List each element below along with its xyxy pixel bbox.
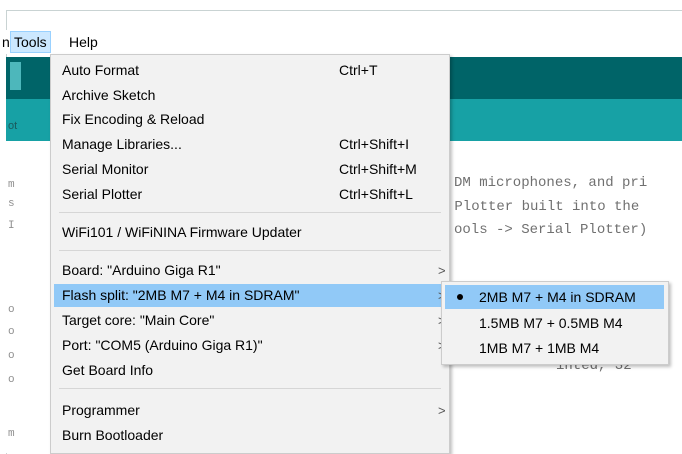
menu-item-fix-encoding[interactable]: Fix Encoding & Reload bbox=[54, 108, 446, 131]
menu-item-label: Get Board Info bbox=[62, 362, 154, 378]
code-line: DM microphones, and pri bbox=[454, 175, 648, 191]
menu-item-label: Port: "COM5 (Arduino Giga R1)" bbox=[62, 337, 263, 353]
menu-item-burn-bootloader[interactable]: Burn Bootloader bbox=[54, 424, 446, 447]
menu-item-label: Archive Sketch bbox=[62, 87, 156, 103]
menu-item-port[interactable]: Port: "COM5 (Arduino Giga R1)" > bbox=[54, 334, 446, 357]
menu-item-label: WiFi101 / WiFiNINA Firmware Updater bbox=[62, 224, 302, 240]
code-line: ools -> Serial Plotter) bbox=[454, 222, 648, 238]
menu-item-flash-split[interactable]: Flash split: "2MB M7 + M4 in SDRAM" > bbox=[54, 284, 446, 307]
tools-dropdown-menu: Auto Format Ctrl+T Archive Sketch Fix En… bbox=[50, 54, 450, 454]
flash-option-1mb[interactable]: 1MB M7 + 1MB M4 bbox=[445, 336, 664, 360]
menu-item-label: Board: "Arduino Giga R1" bbox=[62, 262, 221, 278]
menu-separator bbox=[59, 250, 441, 251]
menu-item-programmer[interactable]: Programmer > bbox=[54, 399, 446, 422]
selected-radio-icon bbox=[457, 294, 463, 300]
menu-help[interactable]: Help bbox=[66, 32, 101, 52]
menu-item-serial-plotter[interactable]: Serial Plotter Ctrl+Shift+L bbox=[54, 183, 446, 206]
submenu-item-label: 1.5MB M7 + 0.5MB M4 bbox=[479, 315, 623, 331]
menu-item-get-board-info[interactable]: Get Board Info bbox=[54, 359, 446, 382]
flash-split-submenu: 2MB M7 + M4 in SDRAM 1.5MB M7 + 0.5MB M4… bbox=[441, 281, 669, 365]
menu-item-label: Manage Libraries... bbox=[62, 136, 182, 152]
menu-item-shortcut: Ctrl+Shift+I bbox=[339, 136, 410, 152]
menu-item-label: Burn Bootloader bbox=[62, 427, 164, 443]
code-fragment: o bbox=[8, 326, 15, 338]
sketch-tab-partial[interactable]: ot bbox=[8, 120, 17, 132]
submenu-arrow-icon: > bbox=[438, 263, 446, 278]
menu-item-label: Programmer bbox=[62, 402, 140, 418]
code-fragment: o bbox=[8, 374, 15, 386]
menu-item-label: Flash split: "2MB M7 + M4 in SDRAM" bbox=[62, 287, 300, 303]
menu-item-target-core[interactable]: Target core: "Main Core" > bbox=[54, 309, 446, 332]
menu-item-shortcut: Ctrl+T bbox=[339, 62, 378, 78]
menu-item-label: Serial Monitor bbox=[62, 161, 149, 177]
flash-option-1-5mb[interactable]: 1.5MB M7 + 0.5MB M4 bbox=[445, 311, 664, 335]
menu-item-archive-sketch[interactable]: Archive Sketch bbox=[54, 84, 446, 107]
submenu-arrow-icon: > bbox=[438, 403, 446, 418]
code-line: Plotter built into the bbox=[446, 199, 640, 215]
menu-item-manage-libraries[interactable]: Manage Libraries... Ctrl+Shift+I bbox=[54, 133, 446, 156]
flash-option-2mb-sdram[interactable]: 2MB M7 + M4 in SDRAM bbox=[445, 285, 664, 309]
menu-item-shortcut: Ctrl+Shift+M bbox=[339, 161, 417, 177]
menu-item-label: Serial Plotter bbox=[62, 186, 143, 202]
code-fragment: m bbox=[8, 428, 15, 440]
menu-tools[interactable]: Tools bbox=[10, 31, 51, 53]
submenu-item-label: 2MB M7 + M4 in SDRAM bbox=[479, 289, 636, 305]
menu-item-firmware-updater[interactable]: WiFi101 / WiFiNINA Firmware Updater bbox=[54, 221, 446, 244]
code-fragment: m bbox=[8, 179, 15, 191]
menu-item-label: Auto Format bbox=[62, 62, 140, 78]
menu-item-shortcut: Ctrl+Shift+L bbox=[339, 186, 413, 202]
code-fragment: o bbox=[8, 350, 15, 362]
menu-sketch-partial[interactable]: n bbox=[2, 32, 10, 52]
submenu-item-label: 1MB M7 + 1MB M4 bbox=[479, 340, 600, 356]
code-fragment: s bbox=[8, 198, 15, 210]
menu-item-label: Target core: "Main Core" bbox=[62, 312, 215, 328]
menu-item-board[interactable]: Board: "Arduino Giga R1" > bbox=[54, 259, 446, 282]
verify-button-partial[interactable] bbox=[10, 62, 21, 90]
menu-separator bbox=[59, 388, 441, 389]
menu-separator bbox=[59, 212, 441, 213]
menu-item-auto-format[interactable]: Auto Format Ctrl+T bbox=[54, 59, 446, 82]
code-fragment: o bbox=[8, 304, 15, 316]
menu-bar: n Tools Help bbox=[0, 30, 682, 54]
menu-item-label: Fix Encoding & Reload bbox=[62, 111, 205, 127]
code-fragment: I bbox=[8, 220, 15, 232]
menu-item-serial-monitor[interactable]: Serial Monitor Ctrl+Shift+M bbox=[54, 158, 446, 181]
